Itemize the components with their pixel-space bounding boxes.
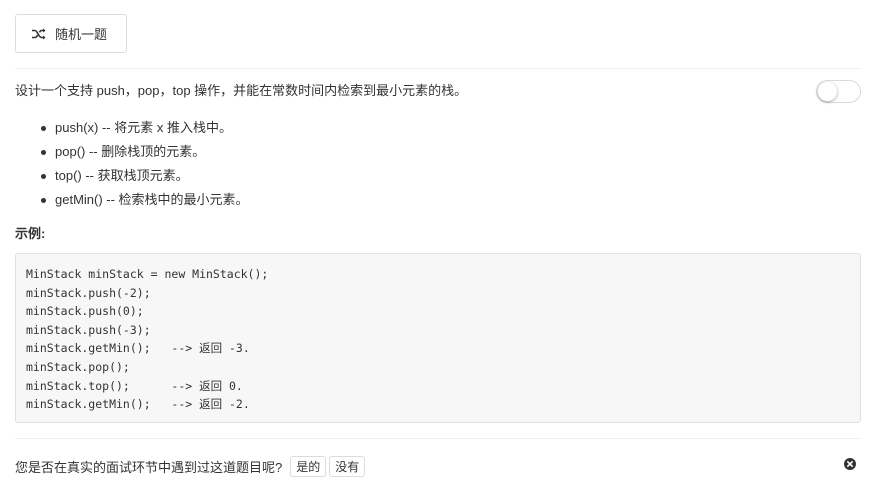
list-item: pop() -- 删除栈顶的元素。	[41, 140, 249, 164]
no-button[interactable]: 没有	[329, 455, 366, 477]
shuffle-icon	[31, 26, 47, 42]
bottom-divider	[15, 438, 861, 439]
top-divider	[15, 68, 861, 69]
operations-list: push(x) -- 将元素 x 推入栈中。 pop() -- 删除栈顶的元素。…	[41, 116, 249, 212]
toggle-switch[interactable]	[816, 80, 861, 103]
bullet	[41, 126, 46, 131]
list-item: push(x) -- 将元素 x 推入栈中。	[41, 116, 249, 140]
problem-description: 设计一个支持 push，pop，top 操作，并能在常数时间内检索到最小元素的栈…	[15, 83, 468, 98]
code-line: minStack.getMin(); --> 返回 -3.	[26, 341, 250, 356]
code-line: minStack.getMin(); --> 返回 -2.	[26, 397, 250, 412]
random-question-label: 随机一题	[55, 27, 108, 42]
example-code-block: MinStack minStack = new MinStack(); minS…	[15, 253, 861, 423]
random-question-button[interactable]: 随机一题	[15, 14, 127, 53]
bullet	[41, 174, 46, 179]
interview-feedback: 您是否在真实的面试环节中遇到过这道题目呢? 是的 没有	[15, 455, 368, 477]
list-item: top() -- 获取栈顶元素。	[41, 164, 249, 188]
code-line: minStack.push(-3);	[26, 322, 151, 337]
code-line: minStack.top(); --> 返回 0.	[26, 378, 243, 393]
code-line: MinStack minStack = new MinStack();	[26, 267, 269, 281]
code-line: minStack.push(-2);	[26, 285, 151, 300]
operation-text: push(x) -- 将元素 x 推入栈中。	[55, 120, 232, 135]
feedback-question: 您是否在真实的面试环节中遇到过这道题目呢?	[15, 459, 283, 475]
code-line: minStack.pop();	[26, 359, 130, 374]
toggle-knob	[818, 82, 837, 101]
operation-text: top() -- 获取栈顶元素。	[55, 168, 189, 183]
yes-button[interactable]: 是的	[290, 455, 327, 477]
close-circle-icon[interactable]	[844, 458, 856, 470]
example-title: 示例:	[15, 226, 46, 241]
operation-text: pop() -- 删除栈顶的元素。	[55, 144, 206, 159]
bullet	[41, 150, 46, 155]
code-line: minStack.push(0);	[26, 304, 144, 319]
bullet	[41, 198, 46, 203]
list-item: getMin() -- 检索栈中的最小元素。	[41, 188, 249, 212]
operation-text: getMin() -- 检索栈中的最小元素。	[55, 192, 249, 207]
